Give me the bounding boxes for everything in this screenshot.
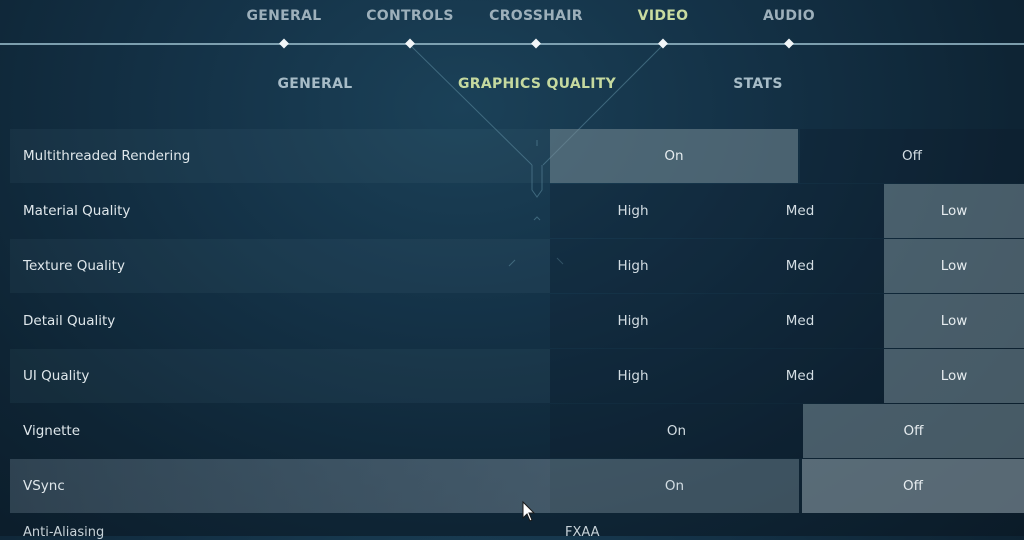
tab-crosshair[interactable]: CROSSHAIR xyxy=(489,8,583,24)
option-high[interactable]: High xyxy=(550,294,716,348)
setting-row-multithreaded-rendering: Multithreaded Rendering On Off xyxy=(10,129,1024,184)
option-on[interactable]: On xyxy=(550,404,803,458)
diamond-marker-icon xyxy=(784,38,794,49)
option-low[interactable]: Low xyxy=(884,349,1024,403)
diamond-marker-icon xyxy=(279,38,289,49)
diamond-marker-icon xyxy=(405,38,415,49)
option-high[interactable]: High xyxy=(550,239,716,293)
partial-option-fxaa[interactable]: FXAA xyxy=(565,525,600,540)
setting-row-vsync: VSync On Off xyxy=(10,459,1024,514)
setting-row-texture-quality: Texture Quality High Med Low xyxy=(10,239,1024,294)
option-on[interactable]: On xyxy=(550,459,799,513)
option-med[interactable]: Med xyxy=(716,184,884,238)
option-low[interactable]: Low xyxy=(884,294,1024,348)
nav-timeline xyxy=(0,43,1024,45)
tab-video[interactable]: VIDEO xyxy=(638,8,689,24)
option-off[interactable]: Off xyxy=(803,404,1024,458)
setting-label: Material Quality xyxy=(23,203,131,219)
subtab-graphics-quality[interactable]: GRAPHICS QUALITY xyxy=(458,76,616,92)
tab-audio[interactable]: AUDIO xyxy=(763,8,815,24)
setting-label: UI Quality xyxy=(10,349,550,403)
option-on[interactable]: On xyxy=(550,129,798,183)
setting-label: VSync xyxy=(10,459,550,513)
option-med[interactable]: Med xyxy=(716,239,884,293)
setting-label: Texture Quality xyxy=(10,239,550,293)
setting-row-ui-quality: UI Quality High Med Low xyxy=(10,349,1024,404)
option-med[interactable]: Med xyxy=(716,294,884,348)
mouse-cursor-icon xyxy=(522,500,536,522)
option-high[interactable]: High xyxy=(550,349,716,403)
tab-controls[interactable]: CONTROLS xyxy=(366,8,454,24)
tab-general[interactable]: GENERAL xyxy=(247,8,322,24)
partial-setting-label-anti-aliasing: Anti-Aliasing xyxy=(23,525,105,540)
diamond-marker-icon xyxy=(658,38,668,49)
diamond-marker-icon xyxy=(531,38,541,49)
setting-row-material-quality: Material Quality High Med Low xyxy=(10,184,1024,239)
option-med[interactable]: Med xyxy=(716,349,884,403)
option-off[interactable]: Off xyxy=(802,459,1024,513)
sub-tabs: GENERAL GRAPHICS QUALITY STATS xyxy=(0,76,1024,100)
setting-label: Multithreaded Rendering xyxy=(10,129,550,183)
subtab-general[interactable]: GENERAL xyxy=(278,76,353,92)
settings-list: Multithreaded Rendering On Off Material … xyxy=(10,129,1024,514)
option-high[interactable]: High xyxy=(550,184,716,238)
subtab-stats[interactable]: STATS xyxy=(733,76,782,92)
option-low[interactable]: Low xyxy=(884,184,1024,238)
top-navigation: GENERAL CONTROLS CROSSHAIR VIDEO AUDIO xyxy=(0,0,1024,60)
option-off[interactable]: Off xyxy=(800,129,1024,183)
setting-row-vignette: Vignette On Off xyxy=(10,404,1024,459)
setting-label: Vignette xyxy=(23,423,81,439)
setting-row-detail-quality: Detail Quality High Med Low xyxy=(10,294,1024,349)
option-low[interactable]: Low xyxy=(884,239,1024,293)
setting-label: Detail Quality xyxy=(23,313,116,329)
